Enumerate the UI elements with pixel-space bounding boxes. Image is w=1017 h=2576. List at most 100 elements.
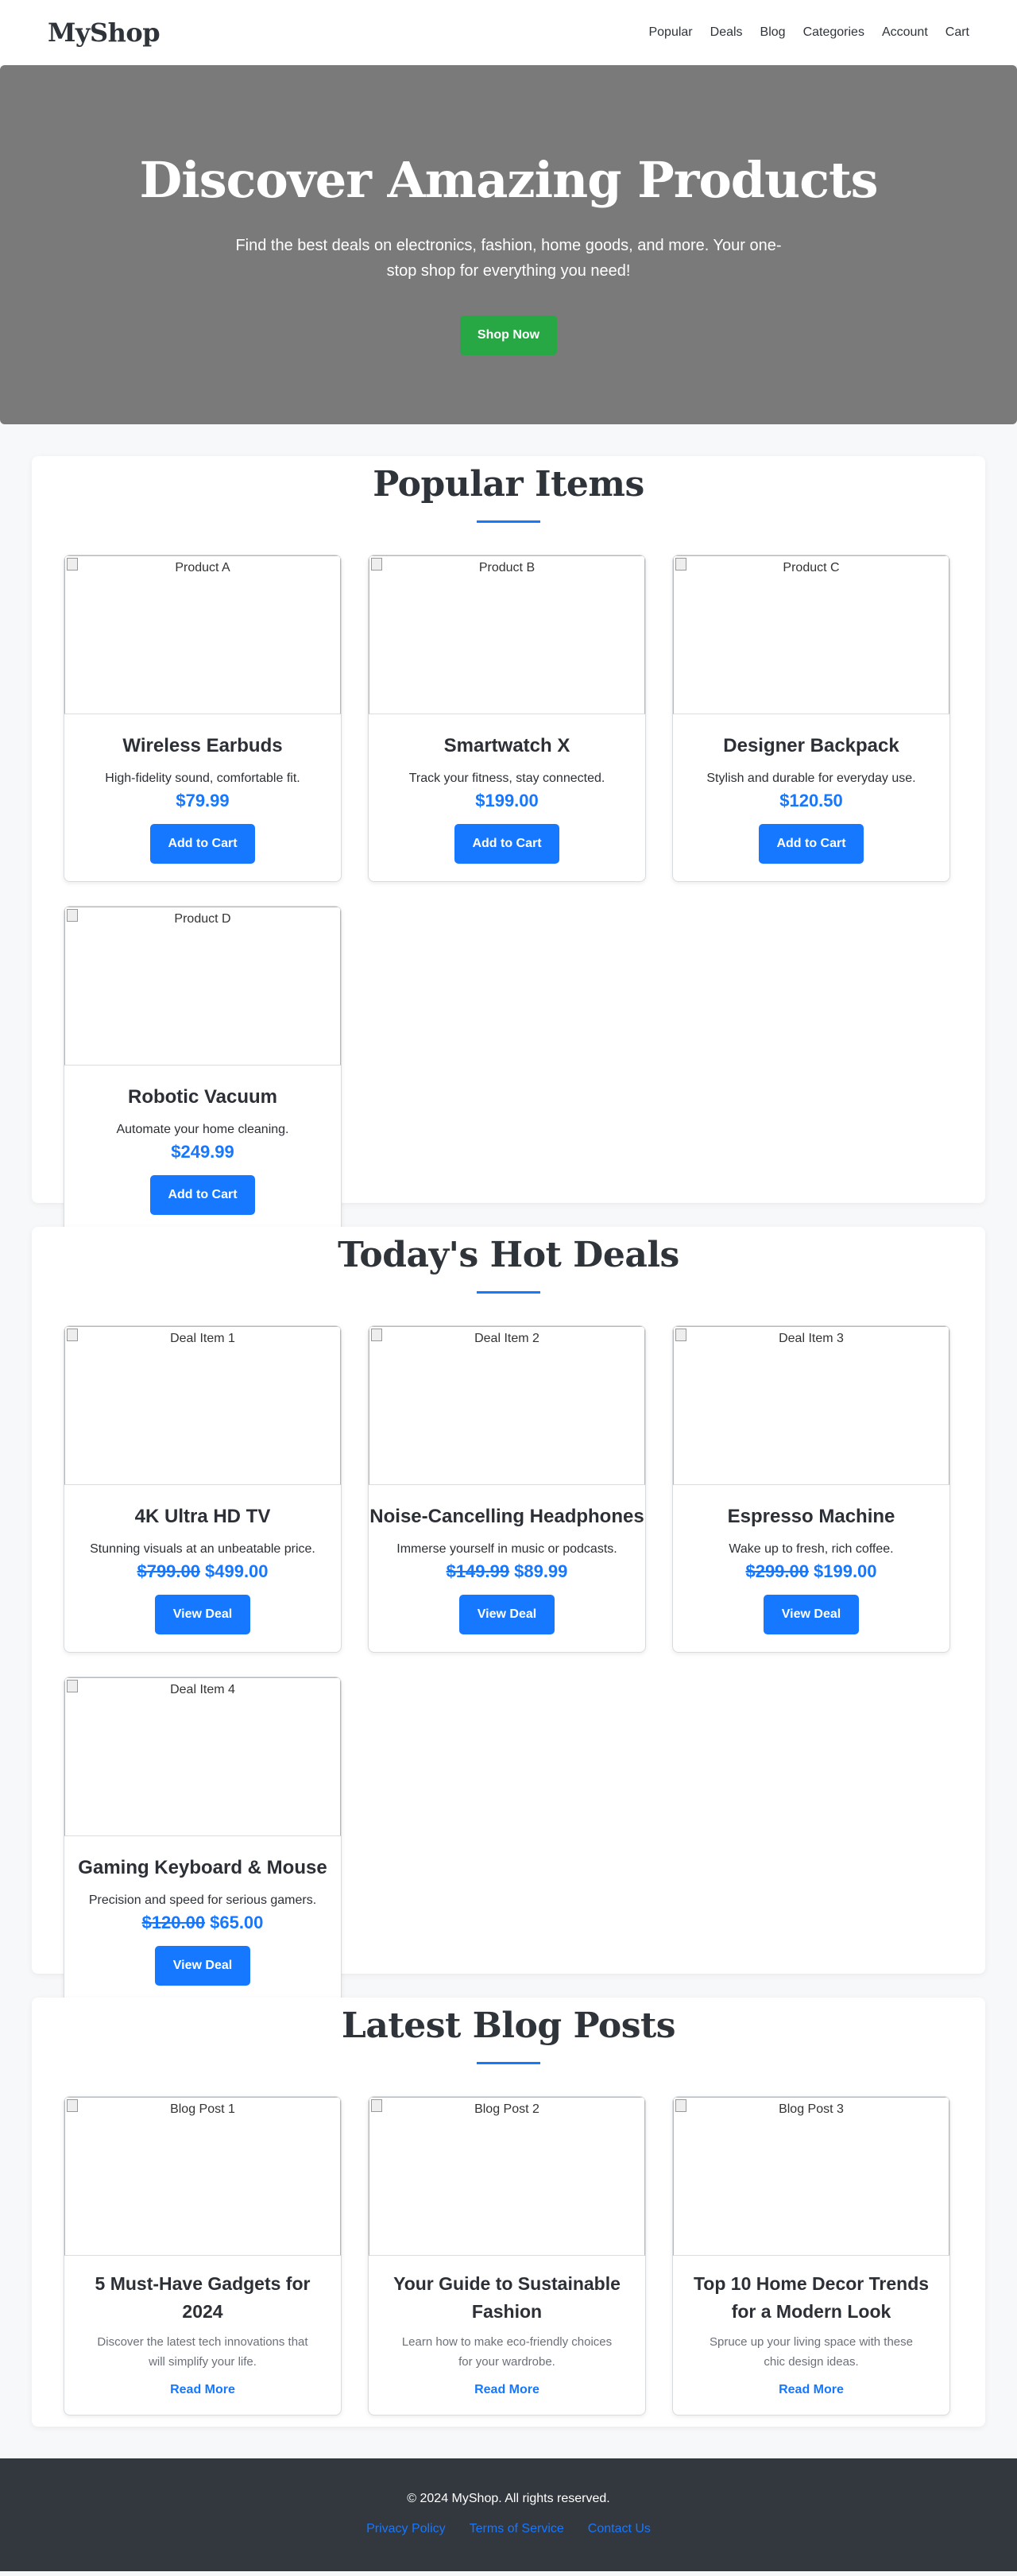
blog-section: Latest Blog Posts Blog Post 1 5 Must-Hav… [32,1998,985,2427]
deal-image: Deal Item 4 [64,1677,341,1836]
terms-of-service-link[interactable]: Terms of Service [470,2522,564,2536]
image-alt-text: Deal Item 1 [170,1332,235,1345]
broken-image-icon [675,2099,686,2112]
hero-title: Discover Amazing Products [139,151,878,209]
nav-link-popular[interactable]: Popular [648,22,692,43]
blog-post-title: Your Guide to Sustainable Fashion [393,2273,621,2322]
blog-image: Blog Post 3 [673,2097,949,2256]
read-more-link[interactable]: Read More [474,2383,539,2397]
image-alt-text: Product D [174,912,231,926]
add-to-cart-button[interactable]: Add to Cart [150,1175,255,1215]
product-description: Track your fitness, stay connected. [408,772,605,785]
new-price: $65.00 [210,1913,264,1932]
old-price: $799.00 [137,1561,200,1581]
add-to-cart-button[interactable]: Add to Cart [759,824,864,864]
product-price: $79.99 [176,791,230,810]
product-image: Product B [369,555,645,714]
blog-post-excerpt: Spruce up your living space with these c… [710,2335,913,2369]
deal-name: 4K Ultra HD TV [134,1506,271,1527]
deal-description: Immerse yourself in music or podcasts. [396,1542,617,1556]
read-more-link[interactable]: Read More [170,2383,235,2397]
image-alt-text: Blog Post 3 [779,2102,844,2116]
broken-image-icon [67,909,78,922]
deal-description: Wake up to fresh, rich coffee. [729,1542,894,1556]
product-image: Product A [64,555,341,714]
view-deal-button[interactable]: View Deal [764,1595,859,1634]
product-grid: Product A Wireless Earbuds High-fidelity… [32,523,985,1233]
product-card: Product D Robotic Vacuum Automate your h… [64,906,342,1233]
product-name: Smartwatch X [443,735,570,756]
nav-link-cart[interactable]: Cart [945,22,969,43]
shop-now-button[interactable]: Shop Now [460,315,557,355]
blog-post-title: 5 Must-Have Gadgets for 2024 [95,2273,311,2322]
nav-link-blog[interactable]: Blog [760,22,786,43]
deal-price: $149.99 $89.99 [447,1561,568,1582]
product-image: Product C [673,555,949,714]
product-name: Wireless Earbuds [122,735,283,756]
logo[interactable]: MyShop [48,17,160,48]
product-card: Product A Wireless Earbuds High-fidelity… [64,555,342,882]
nav-link-categories[interactable]: Categories [803,22,864,43]
nav-link-deals[interactable]: Deals [710,22,743,43]
add-to-cart-button[interactable]: Add to Cart [150,824,255,864]
deal-card: Deal Item 4 Gaming Keyboard & Mouse Prec… [64,1677,342,2004]
blog-post-excerpt: Discover the latest tech innovations tha… [97,2335,308,2369]
main-nav: Popular Deals Blog Categories Account Ca… [648,22,969,43]
deal-description: Stunning visuals at an unbeatable price. [90,1542,315,1556]
image-alt-text: Product C [783,561,840,574]
old-price: $299.00 [745,1561,809,1581]
product-description: Stylish and durable for everyday use. [706,772,916,785]
blog-card: Blog Post 3 Top 10 Home Decor Trends for… [672,2096,950,2415]
site-footer: © 2024 MyShop. All rights reserved. Priv… [0,2458,1017,2571]
footer-links: Privacy Policy Terms of Service Contact … [0,2522,1017,2536]
product-price: $249.99 [171,1142,234,1162]
broken-image-icon [67,1680,78,1692]
image-alt-text: Deal Item 2 [474,1332,539,1345]
product-description: Automate your home cleaning. [116,1123,289,1136]
deal-card: Deal Item 3 Espresso Machine Wake up to … [672,1325,950,1653]
deal-price: $120.00 $65.00 [142,1913,264,1933]
deal-price: $799.00 $499.00 [137,1561,268,1582]
image-alt-text: Deal Item 4 [170,1683,235,1696]
nav-link-account[interactable]: Account [882,22,928,43]
add-to-cart-button[interactable]: Add to Cart [454,824,559,864]
copyright-text: © 2024 MyShop. All rights reserved. [407,2492,610,2505]
section-title: Popular Items [373,464,644,505]
image-alt-text: Product B [478,561,536,574]
view-deal-button[interactable]: View Deal [155,1946,250,1986]
broken-image-icon [675,558,686,571]
contact-us-link[interactable]: Contact Us [588,2522,651,2536]
deals-grid: Deal Item 1 4K Ultra HD TV Stunning visu… [32,1294,985,2004]
section-title: Latest Blog Posts [341,2005,676,2046]
view-deal-button[interactable]: View Deal [459,1595,555,1634]
privacy-policy-link[interactable]: Privacy Policy [366,2522,446,2536]
product-name: Designer Backpack [723,735,899,756]
product-image: Product D [64,907,341,1066]
hero-banner: Discover Amazing Products Find the best … [0,65,1017,424]
blog-grid: Blog Post 1 5 Must-Have Gadgets for 2024… [32,2064,985,2415]
product-card: Product B Smartwatch X Track your fitnes… [368,555,646,882]
blog-image: Blog Post 1 [64,2097,341,2256]
deal-card: Deal Item 1 4K Ultra HD TV Stunning visu… [64,1325,342,1653]
site-header: MyShop Popular Deals Blog Categories Acc… [0,0,1017,65]
deal-name: Gaming Keyboard & Mouse [78,1857,327,1878]
image-alt-text: Blog Post 1 [170,2102,235,2116]
popular-section: Popular Items Product A Wireless Earbuds… [32,456,985,1233]
broken-image-icon [371,1329,382,1341]
deals-section: Today's Hot Deals Deal Item 1 4K Ultra H… [32,1227,985,2004]
broken-image-icon [675,1329,686,1341]
read-more-link[interactable]: Read More [779,2383,844,2397]
new-price: $499.00 [205,1561,269,1581]
deal-name: Noise-Cancelling Headphones [369,1506,644,1527]
broken-image-icon [67,558,78,571]
image-alt-text: Product A [175,561,230,574]
blog-image: Blog Post 2 [369,2097,645,2256]
section-title: Today's Hot Deals [338,1235,679,1275]
blog-card: Blog Post 1 5 Must-Have Gadgets for 2024… [64,2096,342,2415]
new-price: $199.00 [814,1561,877,1581]
view-deal-button[interactable]: View Deal [155,1595,250,1634]
deal-image: Deal Item 2 [369,1326,645,1485]
broken-image-icon [67,1329,78,1341]
deal-card: Deal Item 2 Noise-Cancelling Headphones … [368,1325,646,1653]
blog-post-title: Top 10 Home Decor Trends for a Modern Lo… [693,2273,930,2322]
